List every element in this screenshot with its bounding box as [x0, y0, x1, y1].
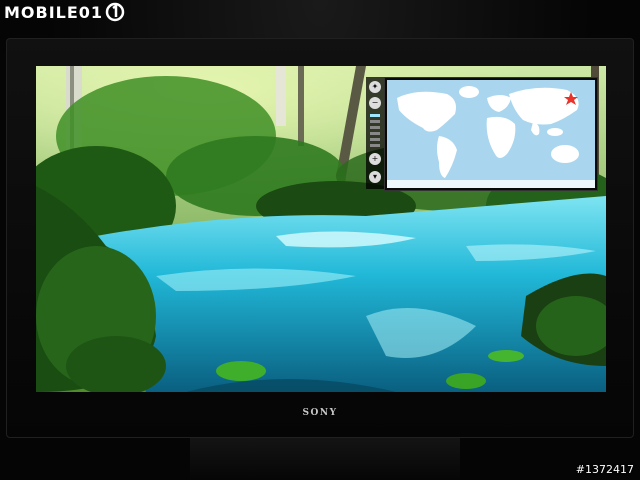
- photo-scene: MOBILE01 ✦ − + ▾ SONY #1372417: [0, 0, 640, 480]
- tv-brand-label: SONY: [302, 408, 338, 418]
- zoom-out-icon[interactable]: −: [369, 97, 381, 109]
- zoom-slider-step[interactable]: [370, 126, 380, 129]
- world-map-graphic: [387, 80, 595, 188]
- tv-screen: ✦ − + ▾: [36, 66, 606, 392]
- tv-stand: [190, 438, 460, 480]
- logo-badge-icon: [105, 2, 125, 22]
- pan-icon[interactable]: ✦: [369, 81, 381, 93]
- zoom-slider-step[interactable]: [370, 144, 380, 147]
- zoom-in-icon[interactable]: +: [369, 153, 381, 165]
- zoom-slider-step[interactable]: [370, 132, 380, 135]
- world-map-widget[interactable]: ✦ − + ▾: [366, 77, 598, 191]
- zoom-slider-step[interactable]: [370, 120, 380, 123]
- photo-id-watermark: #1372417: [575, 463, 634, 476]
- logo-text: MOBILE01: [4, 2, 104, 22]
- map-panel[interactable]: [384, 77, 598, 191]
- zoom-slider-step[interactable]: [370, 138, 380, 141]
- zoom-slider-level[interactable]: [370, 114, 380, 117]
- move-icon[interactable]: ▾: [369, 171, 381, 183]
- map-toolbar: ✦ − + ▾: [366, 77, 384, 189]
- site-logo: MOBILE01: [4, 2, 125, 22]
